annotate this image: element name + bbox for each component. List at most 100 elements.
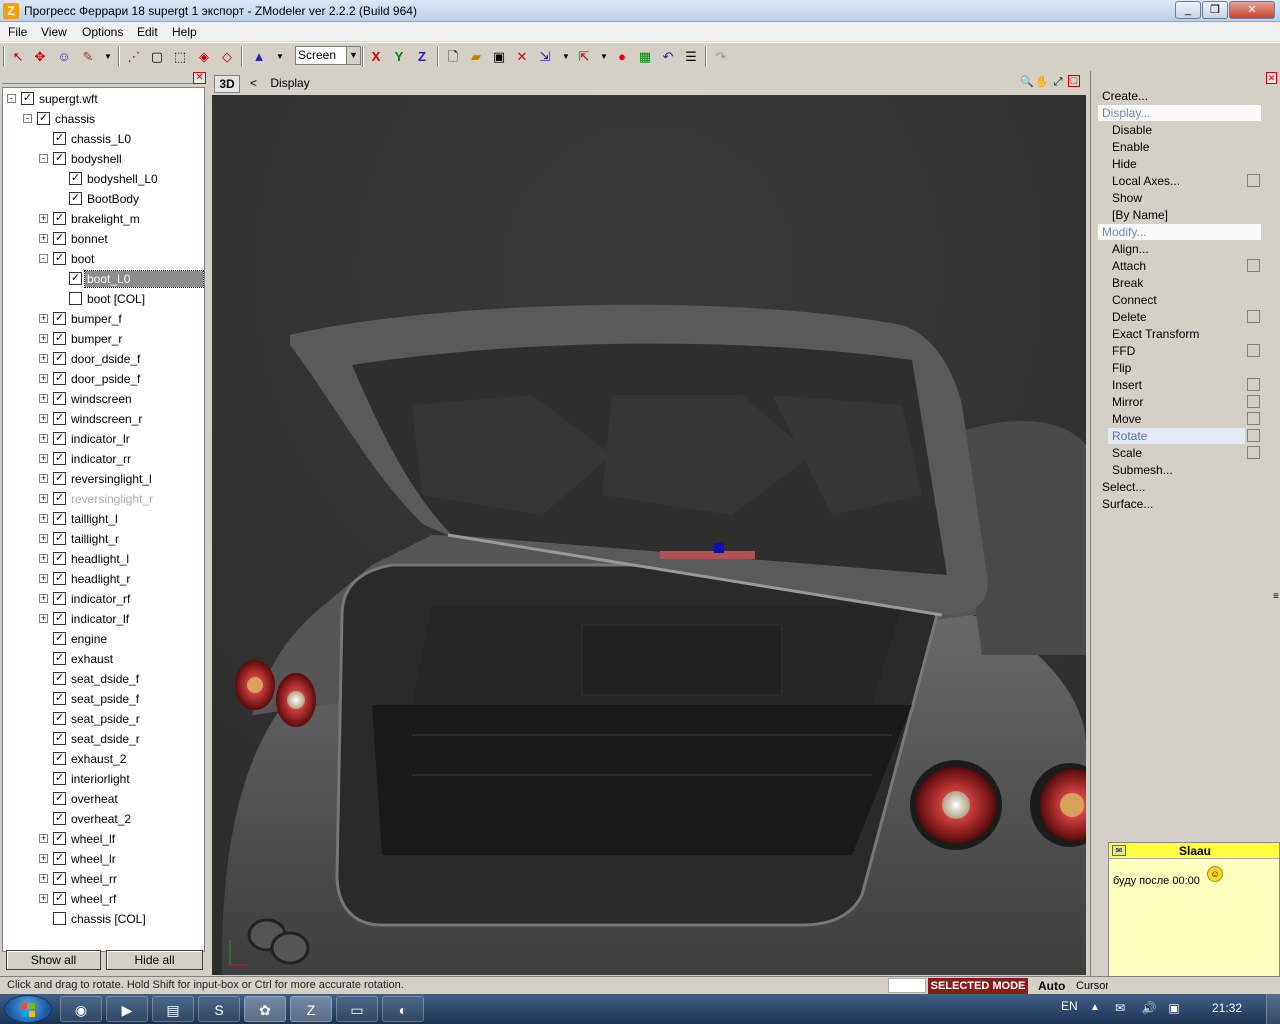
expand-icon[interactable]: + <box>39 314 48 323</box>
command-create[interactable]: Create... <box>1102 88 1148 104</box>
media-player-icon[interactable]: ▶ <box>106 996 148 1022</box>
visibility-checkbox[interactable]: ✓ <box>37 112 50 125</box>
qip-messenger-icon[interactable]: ✿ <box>244 996 286 1022</box>
fit-view-icon[interactable]: ⤢ <box>1051 75 1065 89</box>
clock[interactable]: 21:32 <box>1212 1001 1242 1015</box>
tree-node[interactable]: ✓ overheat <box>3 790 203 808</box>
visibility-checkbox[interactable]: ✓ <box>21 92 34 105</box>
visibility-checkbox[interactable]: ✓ <box>53 152 66 165</box>
brush-tool-icon[interactable]: ✎ <box>78 47 98 67</box>
visibility-checkbox[interactable]: ✓ <box>53 892 66 905</box>
command-connect[interactable]: Connect <box>1112 292 1157 308</box>
tree-node[interactable]: + ✓ taillight_r <box>3 530 203 548</box>
command-options-icon[interactable] <box>1247 446 1260 459</box>
tree-node[interactable]: ✓ seat_dside_r <box>3 730 203 748</box>
visibility-checkbox[interactable]: ✓ <box>53 232 66 245</box>
auto-toggle[interactable]: Auto <box>1032 978 1072 994</box>
expand-icon[interactable]: + <box>39 514 48 523</box>
object-tree[interactable]: - ✓ supergt.wft - ✓ chassis ✓ chassis_L0- ✓ bodys… <box>2 87 205 952</box>
skype-icon[interactable]: S <box>198 996 240 1022</box>
save-icon[interactable]: ▣ <box>489 47 509 67</box>
tree-node[interactable]: ✓ bodyshell_L0 <box>3 170 203 188</box>
expand-icon[interactable]: + <box>39 534 48 543</box>
expand-icon[interactable]: + <box>39 494 48 503</box>
new-file-icon[interactable]: 🗋 <box>443 47 463 67</box>
export-icon[interactable]: ⇱ <box>574 47 594 67</box>
visibility-checkbox[interactable]: ✓ <box>53 472 66 485</box>
visibility-checkbox[interactable]: ✓ <box>53 132 66 145</box>
tree-node[interactable]: + ✓ door_dside_f <box>3 350 203 368</box>
show-desktop-button[interactable] <box>1266 994 1280 1024</box>
visibility-checkbox[interactable]: ✓ <box>53 212 66 225</box>
minimize-button[interactable]: _ <box>1175 1 1201 19</box>
visibility-checkbox[interactable]: ✓ <box>53 852 66 865</box>
tree-node[interactable]: + ✓ wheel_lf <box>3 830 203 848</box>
tree-node[interactable]: + ✓ brakelight_m <box>3 210 203 228</box>
command-ffd[interactable]: FFD <box>1112 343 1135 359</box>
tree-node[interactable]: + ✓ windscreen_r <box>3 410 203 428</box>
expand-icon[interactable]: + <box>39 214 48 223</box>
tray-messenger-icon[interactable]: ✉ <box>1112 1000 1128 1016</box>
render-icon[interactable]: ▦ <box>635 47 655 67</box>
expand-icon[interactable]: + <box>39 874 48 883</box>
solid-mode-icon[interactable]: ◇ <box>217 47 237 67</box>
expand-icon[interactable]: + <box>39 474 48 483</box>
expand-icon[interactable]: + <box>39 574 48 583</box>
command-surface[interactable]: Surface... <box>1102 496 1153 512</box>
tree-node[interactable]: + ✓ headlight_l <box>3 550 203 568</box>
command-move[interactable]: Move <box>1112 411 1141 427</box>
hide-all-button[interactable]: Hide all <box>106 950 203 970</box>
command-submesh[interactable]: Submesh... <box>1112 462 1173 478</box>
visibility-checkbox[interactable]: ✓ <box>53 332 66 345</box>
visibility-checkbox[interactable]: ✓ <box>53 712 66 725</box>
tree-node[interactable]: ✓ overheat_2 <box>3 810 203 828</box>
visibility-checkbox[interactable]: ✓ <box>53 312 66 325</box>
tree-node[interactable]: - ✓ boot <box>3 250 203 268</box>
undo-icon[interactable]: ↶ <box>658 47 678 67</box>
close-button[interactable]: ✕ <box>1229 1 1275 19</box>
scroll-indicator-icon[interactable]: ≡ <box>1273 591 1279 602</box>
command-options-icon[interactable] <box>1247 395 1260 408</box>
tree-node[interactable]: + ✓ taillight_l <box>3 510 203 528</box>
tree-node[interactable]: - ✓ supergt.wft <box>3 90 203 108</box>
command-attach[interactable]: Attach <box>1112 258 1146 274</box>
close-icon[interactable]: ✕ <box>193 72 206 84</box>
view-3d-tab[interactable]: 3D <box>214 75 240 93</box>
selected-mode-badge[interactable]: SELECTED MODE <box>928 978 1028 994</box>
command-insert[interactable]: Insert <box>1112 377 1142 393</box>
visibility-checkbox[interactable]: ✓ <box>53 612 66 625</box>
expand-icon[interactable]: + <box>39 394 48 403</box>
language-indicator[interactable]: EN <box>1061 999 1078 1013</box>
command-delete[interactable]: Delete <box>1112 309 1147 325</box>
zmodeler-taskbar-icon[interactable]: Z <box>290 996 332 1022</box>
tree-node[interactable]: ✓ boot_L0 <box>3 270 204 288</box>
expand-icon[interactable]: + <box>39 834 48 843</box>
tree-node[interactable]: ✓ BootBody <box>3 190 203 208</box>
command-options-icon[interactable] <box>1247 378 1260 391</box>
zoom-icon[interactable]: 🔍 <box>1020 75 1034 89</box>
visibility-checkbox[interactable] <box>53 912 66 925</box>
visibility-checkbox[interactable]: ✓ <box>53 572 66 585</box>
dropdown-arrow-icon[interactable]: ▼ <box>556 47 576 67</box>
notes-icon[interactable]: ☰ <box>681 47 701 67</box>
menu-edit[interactable]: Edit <box>137 25 158 39</box>
back-button[interactable]: < <box>250 76 257 90</box>
explorer-icon[interactable]: ▤ <box>152 996 194 1022</box>
tree-node[interactable]: chassis [COL] <box>3 910 203 928</box>
expand-icon[interactable]: + <box>39 334 48 343</box>
visibility-checkbox[interactable]: ✓ <box>53 512 66 525</box>
command-options-icon[interactable] <box>1247 174 1260 187</box>
expand-icon[interactable]: + <box>39 854 48 863</box>
tree-node[interactable]: + ✓ bumper_f <box>3 310 203 328</box>
move-tool-icon[interactable]: ✥ <box>30 47 50 67</box>
command-break[interactable]: Break <box>1112 275 1143 291</box>
tree-node[interactable]: + ✓ wheel_lr <box>3 850 203 868</box>
visibility-checkbox[interactable]: ✓ <box>69 172 82 185</box>
tree-node[interactable]: - ✓ chassis <box>3 110 203 128</box>
visibility-checkbox[interactable]: ✓ <box>53 732 66 745</box>
visibility-checkbox[interactable]: ✓ <box>53 872 66 885</box>
expand-icon[interactable]: + <box>39 594 48 603</box>
chevron-down-icon[interactable]: ▼ <box>346 47 360 64</box>
character-tool-icon[interactable]: ☺ <box>54 47 74 67</box>
3d-viewport[interactable] <box>212 95 1086 975</box>
